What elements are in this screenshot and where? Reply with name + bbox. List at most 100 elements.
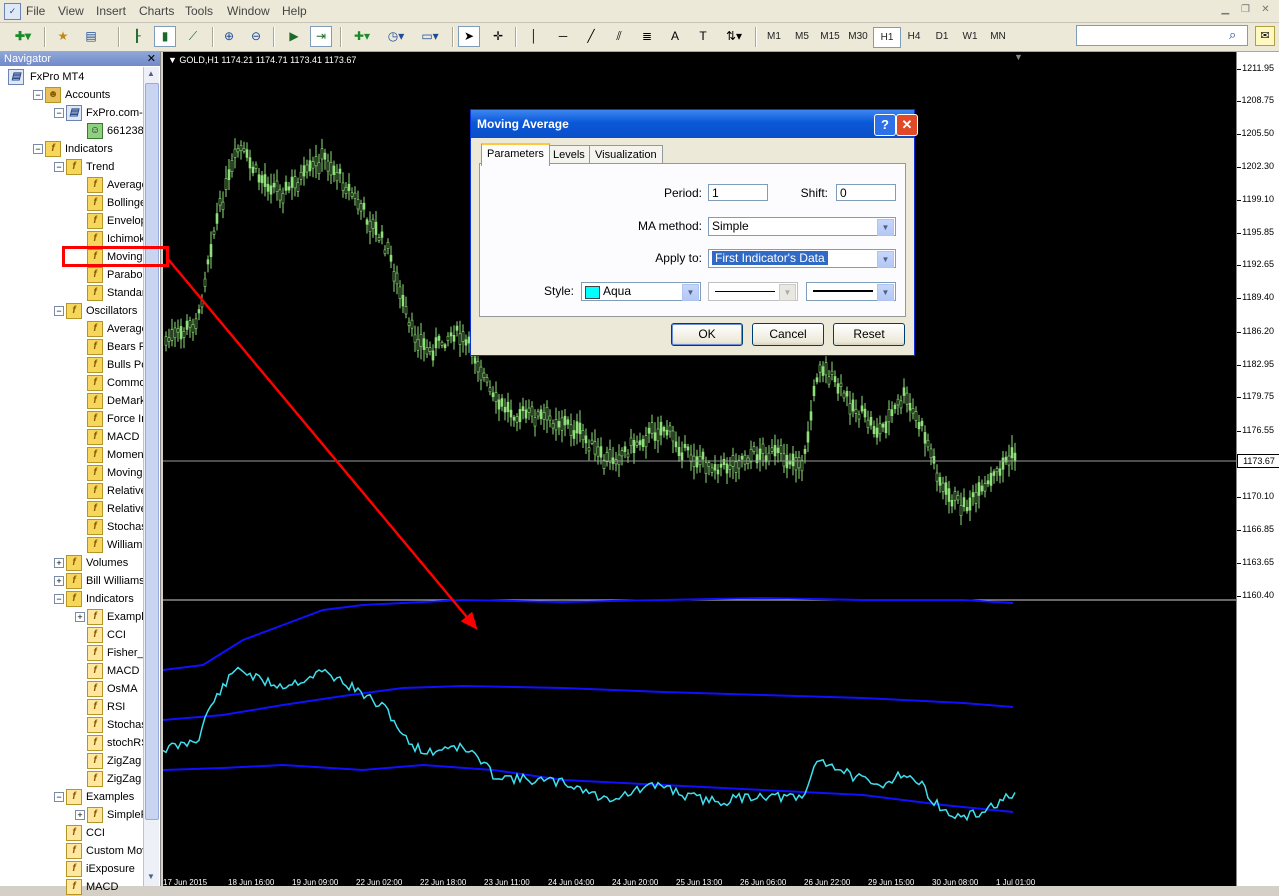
tree-item[interactable]: − f Indicators — [0, 590, 143, 608]
close-icon[interactable]: ✕ — [896, 114, 918, 136]
tree-item[interactable]: f MACD — [0, 662, 143, 680]
timeframe-d1[interactable]: D1 — [929, 27, 955, 46]
tree-item[interactable]: f OsMA — [0, 680, 143, 698]
menu-insert[interactable]: Insert — [96, 4, 126, 18]
tree-item[interactable]: f CCI — [0, 824, 143, 842]
collapse-icon[interactable]: − — [33, 144, 43, 154]
timeframe-mn[interactable]: MN — [985, 27, 1011, 46]
expand-icon[interactable]: + — [54, 558, 64, 568]
tree-item[interactable]: f DeMarker — [0, 392, 143, 410]
scroll-down-icon[interactable]: ▼ — [145, 870, 157, 884]
tree-item[interactable]: f MACD — [0, 878, 143, 896]
collapse-icon[interactable]: − — [54, 792, 64, 802]
minimize-icon[interactable]: ▁ — [1218, 3, 1233, 17]
profiles-icon[interactable]: ★ — [52, 26, 74, 47]
tree-item[interactable]: f iExposure — [0, 860, 143, 878]
reset-button[interactable]: Reset — [833, 323, 905, 346]
tree-item[interactable]: f Relative S — [0, 482, 143, 500]
chart-menu-icon[interactable]: ▼ — [168, 55, 179, 65]
vertical-line-icon[interactable]: │ — [523, 26, 545, 47]
timeframe-m5[interactable]: M5 — [789, 27, 815, 46]
chart-shift-icon[interactable]: ⇥ — [310, 26, 332, 47]
cancel-button[interactable]: Cancel — [752, 323, 824, 346]
navigator-toggle-icon[interactable]: ▤ — [80, 26, 102, 47]
tree-item[interactable]: f Bulls Powe — [0, 356, 143, 374]
tree-item[interactable]: f Commodit — [0, 374, 143, 392]
collapse-icon[interactable]: − — [54, 108, 64, 118]
indicators-icon[interactable]: ✚▾ — [348, 26, 376, 47]
menu-file[interactable]: File — [26, 4, 45, 18]
tree-item[interactable]: f Williams' F — [0, 536, 143, 554]
tree-item[interactable]: +f SimplePar — [0, 806, 143, 824]
cursor-icon[interactable]: ➤ — [458, 26, 480, 47]
tree-item[interactable]: f Stochastic — [0, 518, 143, 536]
trendline-icon[interactable]: ╱ — [580, 26, 602, 47]
tree-item[interactable]: −▤ FxPro.com-De — [0, 104, 143, 122]
tree-item[interactable]: f Moving Av — [0, 464, 143, 482]
tree-item[interactable]: f CCI — [0, 626, 143, 644]
tree-item[interactable]: + f Volumes — [0, 554, 143, 572]
tree-item[interactable]: ☺ 6612384: — [0, 122, 143, 140]
tree-item[interactable]: f Custom Movin — [0, 842, 143, 860]
menu-charts[interactable]: Charts — [139, 4, 174, 18]
search-input[interactable] — [1076, 25, 1248, 46]
expand-icon[interactable]: + — [75, 612, 85, 622]
tree-item[interactable]: f stochRSI — [0, 734, 143, 752]
arrows-icon[interactable]: ⇅▾ — [720, 26, 748, 47]
tree-item[interactable]: f Bears Pow — [0, 338, 143, 356]
candlestick-icon[interactable]: ▮ — [154, 26, 176, 47]
chevron-down-icon[interactable]: ▼ — [877, 219, 894, 236]
scroll-up-icon[interactable]: ▲ — [145, 67, 157, 81]
menu-tools[interactable]: Tools — [185, 4, 213, 18]
tree-item[interactable]: f ZigZag Po — [0, 770, 143, 788]
crosshair-icon[interactable]: ✛ — [487, 26, 509, 47]
collapse-icon[interactable]: − — [54, 162, 64, 172]
equidistant-channel-icon[interactable]: ⫽ — [608, 26, 630, 47]
line-chart-icon[interactable]: ⟋ — [182, 26, 204, 47]
tree-item[interactable]: + f Bill Williams — [0, 572, 143, 590]
tab-levels[interactable]: Levels — [547, 145, 591, 164]
text-icon[interactable]: A — [664, 26, 686, 47]
timeframe-m30[interactable]: M30 — [845, 27, 871, 46]
timeframe-w1[interactable]: W1 — [957, 27, 983, 46]
chevron-down-icon[interactable]: ▼ — [682, 284, 699, 301]
tree-item[interactable]: f Momentur — [0, 446, 143, 464]
tree-item[interactable]: f Fisher_Yu — [0, 644, 143, 662]
navigator-scrollbar[interactable]: ▲ ▼ — [143, 67, 159, 886]
zoom-out-icon[interactable]: ⊖ — [245, 26, 267, 47]
bar-chart-icon[interactable]: ┠ — [126, 26, 148, 47]
periods-icon[interactable]: ◷▾ — [382, 26, 410, 47]
horizontal-line-icon[interactable]: ─ — [552, 26, 574, 47]
tab-parameters[interactable]: Parameters — [481, 143, 550, 166]
help-icon[interactable]: ? — [874, 114, 896, 136]
menu-help[interactable]: Help — [282, 4, 307, 18]
tree-item[interactable]: f Envelopes — [0, 212, 143, 230]
line-width-select[interactable]: ▼ — [806, 282, 896, 301]
expand-icon[interactable]: + — [75, 810, 85, 820]
tree-item[interactable]: f RSI — [0, 698, 143, 716]
dialog-title-bar[interactable]: Moving Average ? ✕ — [471, 110, 918, 138]
collapse-icon[interactable]: − — [33, 90, 43, 100]
tree-item[interactable]: +f Examples — [0, 608, 143, 626]
tree-item[interactable]: − f Oscillators — [0, 302, 143, 320]
text-label-icon[interactable]: T — [692, 26, 714, 47]
navigator-close-icon[interactable]: ✕ — [147, 52, 156, 66]
tree-item[interactable]: − ☻ Accounts — [0, 86, 143, 104]
menu-view[interactable]: View — [58, 4, 84, 18]
timeframe-m1[interactable]: M1 — [761, 27, 787, 46]
restore-icon[interactable]: ❐ — [1238, 3, 1253, 17]
timeframe-m15[interactable]: M15 — [817, 27, 843, 46]
tree-item[interactable]: − f Examples — [0, 788, 143, 806]
timeframe-h1[interactable]: H1 — [873, 27, 901, 48]
alerts-icon[interactable]: ✉ — [1255, 26, 1275, 46]
tree-item[interactable]: f ZigZag — [0, 752, 143, 770]
shift-field[interactable]: 0 — [836, 184, 896, 201]
tree-item[interactable]: − f Indicators — [0, 140, 143, 158]
ok-button[interactable]: OK — [671, 323, 743, 346]
chevron-down-icon[interactable]: ▼ — [877, 284, 894, 301]
tree-item[interactable]: f Parabolic — [0, 266, 143, 284]
style-color-select[interactable]: Aqua ▼ — [581, 282, 701, 301]
tree-item[interactable]: ▤ FxPro MT4 — [0, 68, 143, 86]
fibonacci-icon[interactable]: ≣ — [636, 26, 658, 47]
auto-scroll-icon[interactable]: ▶ — [283, 26, 305, 47]
